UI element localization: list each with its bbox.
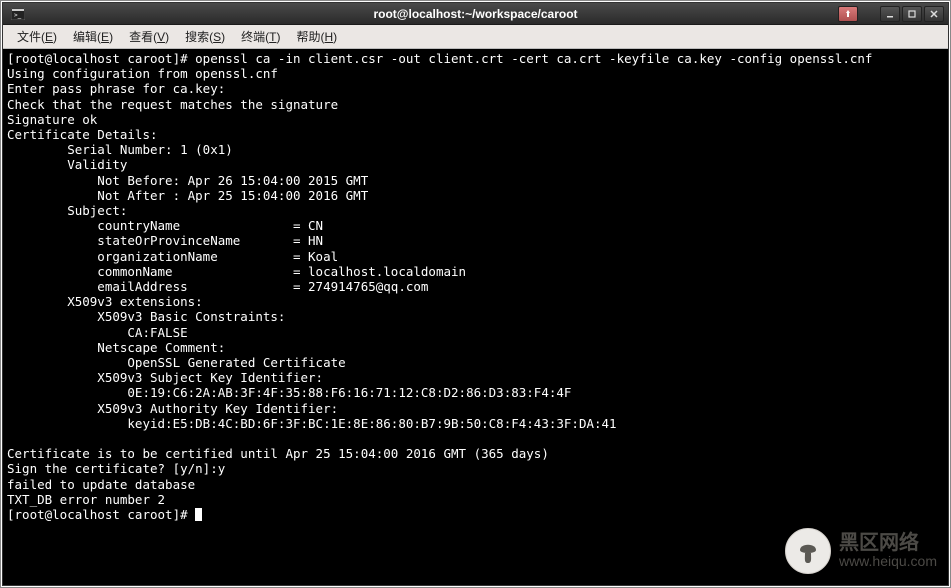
- terminal-icon: >_: [9, 7, 27, 21]
- terminal-area[interactable]: [root@localhost caroot]# openssl ca -in …: [3, 49, 948, 585]
- titlebar[interactable]: >_ root@localhost:~/workspace/caroot: [3, 3, 948, 25]
- maximize-button[interactable]: [902, 6, 922, 22]
- menu-edit[interactable]: 编辑(E): [65, 25, 121, 48]
- minimize-button[interactable]: [880, 6, 900, 22]
- terminal-window: >_ root@localhost:~/workspace/caroot 文件(…: [2, 2, 949, 586]
- terminal-content: [root@localhost caroot]# openssl ca -in …: [7, 51, 944, 522]
- menu-file[interactable]: 文件(E): [9, 25, 65, 48]
- menu-view[interactable]: 查看(V): [121, 25, 177, 48]
- window-title: root@localhost:~/workspace/caroot: [373, 7, 577, 21]
- menu-search[interactable]: 搜索(S): [177, 25, 233, 48]
- menu-help[interactable]: 帮助(H): [288, 25, 345, 48]
- svg-text:>_: >_: [14, 12, 22, 19]
- menubar: 文件(E) 编辑(E) 查看(V) 搜索(S) 终端(T) 帮助(H): [3, 25, 948, 49]
- close-button[interactable]: [924, 6, 944, 22]
- terminal-cursor: [195, 508, 202, 521]
- pin-button[interactable]: [838, 6, 858, 22]
- menu-terminal[interactable]: 终端(T): [233, 25, 288, 48]
